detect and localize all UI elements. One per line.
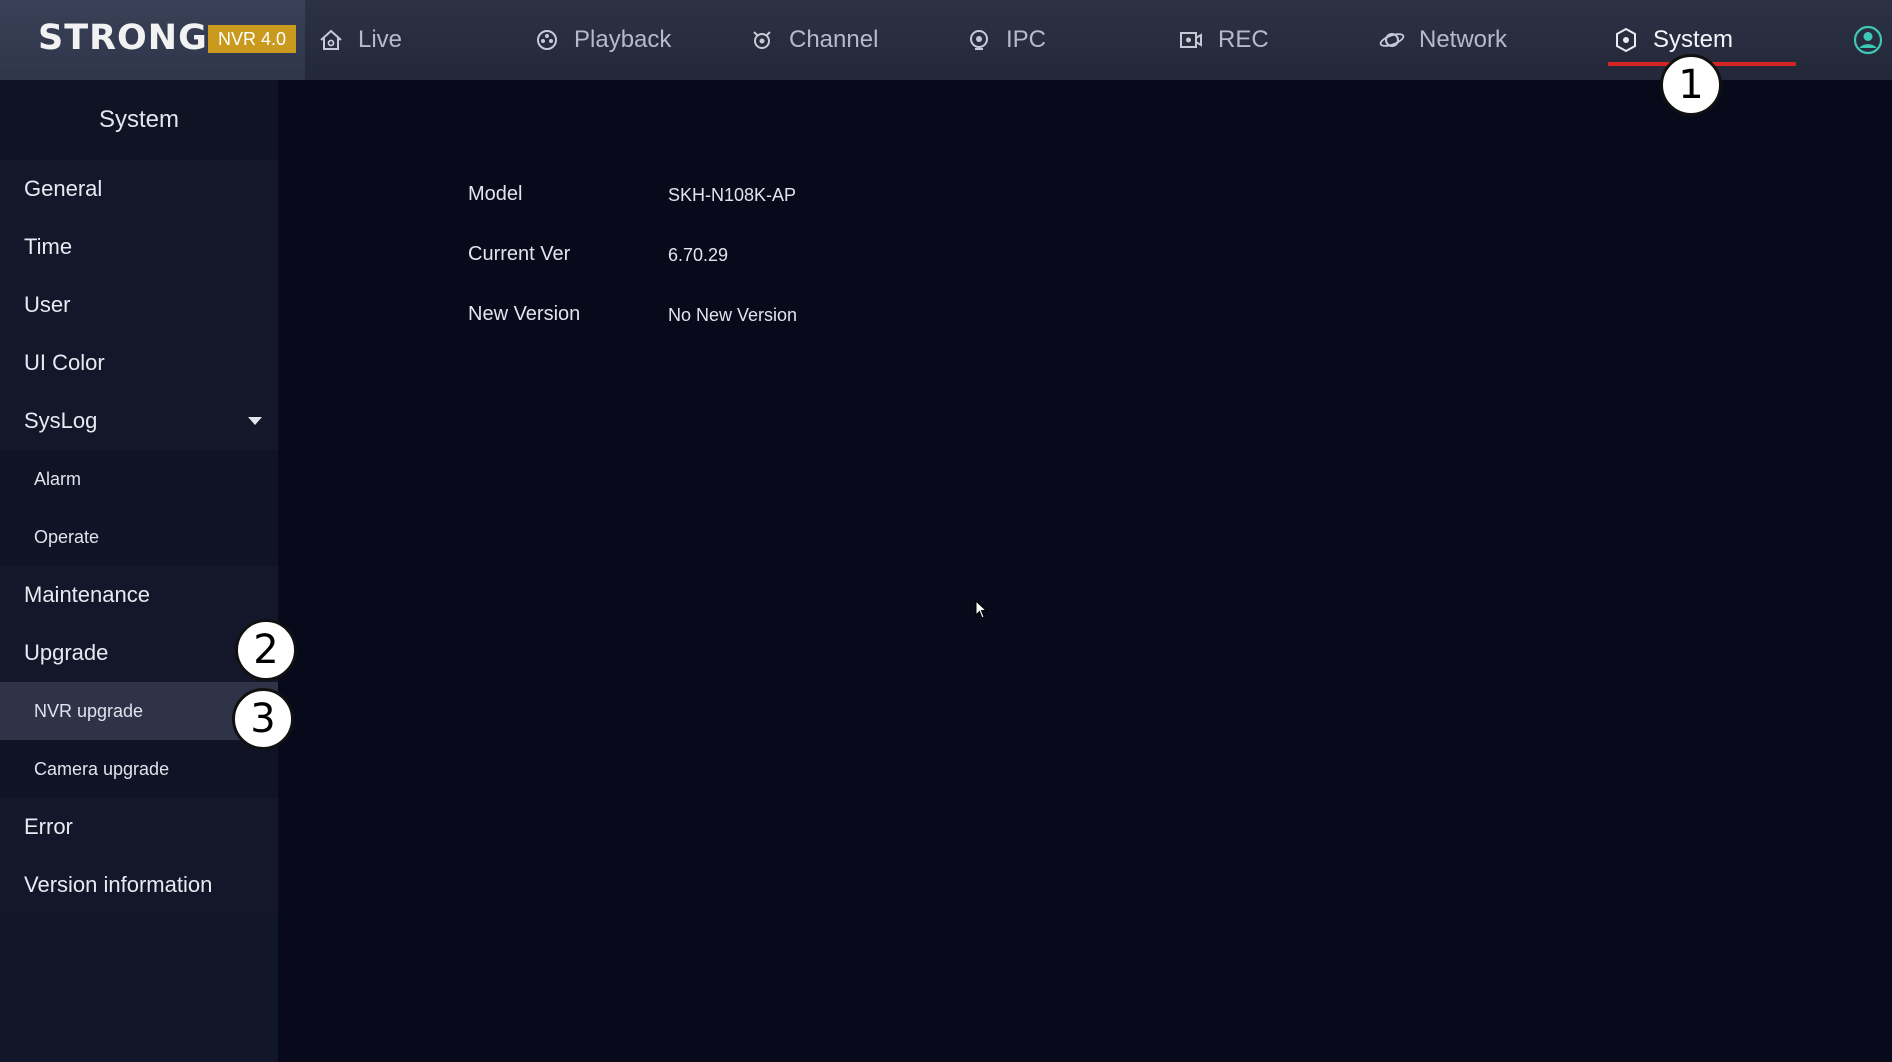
new-version-label: New Version xyxy=(468,303,581,325)
version-badge: NVR 4.0 xyxy=(208,25,296,53)
nav-ipc[interactable]: IPC xyxy=(966,0,1046,80)
nav-network-label: Network xyxy=(1419,26,1508,53)
sidebar-item-label: Error xyxy=(24,814,73,839)
channel-icon xyxy=(749,27,775,53)
sidebar-item-label: User xyxy=(24,292,71,317)
sidebar-item-label: Operate xyxy=(34,526,100,547)
home-icon xyxy=(318,27,344,53)
nav-live[interactable]: Live xyxy=(318,0,402,80)
system-icon xyxy=(1613,27,1639,53)
sidebar-item-label: SysLog xyxy=(24,408,98,433)
sidebar-item-error[interactable]: Error xyxy=(0,798,278,856)
sidebar-item-label: Version information xyxy=(24,872,213,897)
top-navigation-bar: STRONG NVR 4.0 Live Playback Channel IPC… xyxy=(0,0,1892,80)
sidebar-item-ui-color[interactable]: UI Color xyxy=(0,334,278,392)
brand-logo: STRONG xyxy=(38,18,208,58)
nav-rec-label: REC xyxy=(1218,26,1269,53)
nav-playback[interactable]: Playback xyxy=(534,0,671,80)
sidebar-item-label: Alarm xyxy=(34,468,82,489)
sidebar-item-label: Maintenance xyxy=(24,582,150,607)
nav-network[interactable]: Network xyxy=(1379,0,1507,80)
mouse-cursor-icon xyxy=(975,599,989,620)
new-version-value: No New Version xyxy=(668,305,798,325)
model-label: Model xyxy=(468,183,523,205)
sidebar-item-label: Upgrade xyxy=(24,640,109,665)
nav-channel[interactable]: Channel xyxy=(749,0,878,80)
sidebar: System General Time User UI Color SysLog… xyxy=(0,80,278,1062)
main-content: Model SKH-N108K-AP Current Ver 6.70.29 N… xyxy=(278,80,1892,1062)
caret-down-icon xyxy=(248,417,262,425)
brand-area: STRONG NVR 4.0 xyxy=(0,0,305,80)
nav-channel-label: Channel xyxy=(789,26,879,53)
rec-icon xyxy=(1178,27,1204,53)
sidebar-subitem-camera-upgrade[interactable]: Camera upgrade xyxy=(0,740,278,798)
sidebar-item-general[interactable]: General xyxy=(0,160,278,218)
sidebar-item-label: Time xyxy=(24,234,73,259)
ipc-icon xyxy=(966,27,992,53)
sidebar-item-user[interactable]: User xyxy=(0,276,278,334)
sidebar-item-time[interactable]: Time xyxy=(0,218,278,276)
sidebar-item-label: General xyxy=(24,176,103,201)
sidebar-item-maintenance[interactable]: Maintenance xyxy=(0,566,278,624)
nav-system-label: System xyxy=(1653,26,1734,53)
callout-marker-2: 2 xyxy=(235,619,297,681)
sidebar-subitem-alarm[interactable]: Alarm xyxy=(0,450,278,508)
current-version-label: Current Ver xyxy=(468,243,571,265)
sidebar-item-label: UI Color xyxy=(24,350,105,375)
sidebar-item-label: NVR upgrade xyxy=(34,700,144,721)
user-icon[interactable] xyxy=(1853,25,1883,55)
nav-live-label: Live xyxy=(358,26,403,53)
nav-ipc-label: IPC xyxy=(1006,26,1047,53)
sidebar-subitem-operate[interactable]: Operate xyxy=(0,508,278,566)
playback-icon xyxy=(534,27,560,53)
sidebar-item-syslog[interactable]: SysLog xyxy=(0,392,278,450)
callout-marker-1: 1 xyxy=(1660,54,1722,116)
sidebar-item-label: Camera upgrade xyxy=(34,758,170,779)
nav-rec[interactable]: REC xyxy=(1178,0,1269,80)
sidebar-header: System xyxy=(0,80,278,160)
network-icon xyxy=(1379,27,1405,53)
model-value: SKH-N108K-AP xyxy=(668,185,797,205)
nav-playback-label: Playback xyxy=(574,26,672,53)
current-version-value: 6.70.29 xyxy=(668,245,729,265)
sidebar-item-version-information[interactable]: Version information xyxy=(0,856,278,914)
callout-marker-3: 3 xyxy=(232,688,294,750)
